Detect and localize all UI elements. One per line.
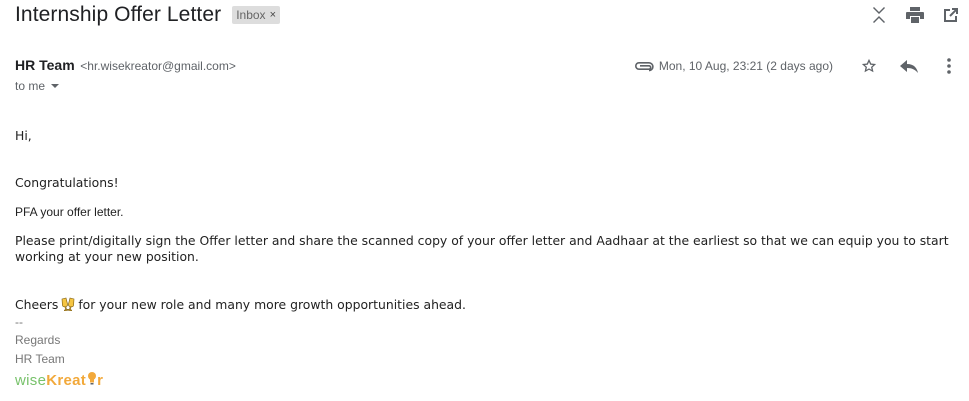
congrats-text: Congratulations! [15, 175, 119, 190]
reply-icon[interactable] [889, 56, 929, 76]
lightbulb-icon [87, 371, 97, 389]
open-in-new-window-icon[interactable] [933, 4, 969, 26]
sender-name[interactable]: HR Team [15, 57, 75, 73]
wisekreator-logo: wise Kreat r [15, 371, 104, 389]
expand-collapse-icon[interactable] [861, 4, 897, 26]
sender-row: HR Team <hr.wisekreator@gmail.com> [15, 57, 236, 73]
inbox-label-chip[interactable]: Inbox × [232, 6, 280, 24]
cheers-text-end: for your new role and many more growth o… [78, 297, 466, 312]
top-actions [861, 4, 969, 26]
instructions-text: Please print/digitally sign the Offer le… [15, 233, 949, 264]
attachment-icon [633, 56, 655, 76]
more-options-icon[interactable] [929, 56, 969, 76]
email-subject: Internship Offer Letter [15, 3, 222, 26]
recipient-text: to me [15, 79, 46, 93]
print-icon[interactable] [897, 4, 933, 26]
clinking-glasses-icon [61, 297, 75, 314]
remove-label-icon[interactable]: × [270, 6, 276, 24]
signature-separator: -- [15, 315, 23, 329]
message-meta: Mon, 10 Aug, 23:21 (2 days ago) [633, 56, 969, 76]
greeting-text: Hi, [15, 128, 32, 143]
subject-row: Internship Offer Letter Inbox × [15, 2, 280, 28]
star-icon[interactable] [849, 56, 889, 76]
sender-email: <hr.wisekreator@gmail.com> [80, 59, 236, 73]
cheers-line: Cheers for your new role and many more gr… [15, 297, 466, 314]
signature-name: HR Team [15, 352, 65, 366]
message-date: Mon, 10 Aug, 23:21 (2 days ago) [658, 59, 833, 73]
signature-regards: Regards [15, 333, 61, 347]
cheers-text-start: Cheers [15, 297, 59, 312]
pfa-text: PFA your offer letter. [15, 205, 124, 219]
label-text: Inbox [236, 8, 266, 22]
recipient-details-toggle[interactable]: to me [15, 79, 60, 93]
chevron-down-icon[interactable] [51, 84, 60, 88]
